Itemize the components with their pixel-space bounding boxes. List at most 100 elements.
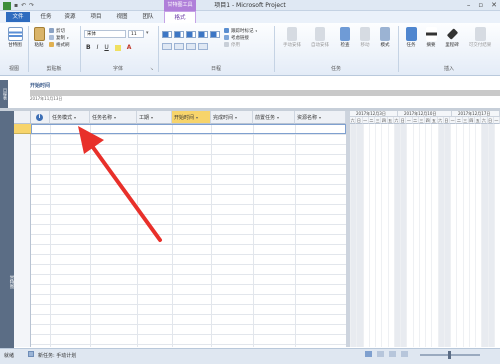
group-label-insert: 插入 bbox=[443, 66, 454, 72]
close-icon[interactable]: ✕ bbox=[491, 0, 497, 11]
insert-task-button[interactable]: 任务 bbox=[402, 27, 420, 48]
status-new-task-mode[interactable]: 新任务: 手动计划 bbox=[38, 352, 76, 359]
cut-button[interactable]: 剪切 bbox=[49, 27, 70, 34]
day-gridline bbox=[418, 124, 420, 347]
selected-row-header[interactable] bbox=[14, 124, 31, 134]
format-painter-button[interactable]: 格式刷 bbox=[49, 41, 70, 48]
group-label-schedule: 日程 bbox=[210, 66, 221, 72]
percent-0-icon[interactable] bbox=[162, 31, 172, 38]
column-dropdown-icon[interactable]: ▾ bbox=[151, 115, 153, 120]
tab-view[interactable]: 视图 bbox=[112, 11, 132, 23]
inactivate-button[interactable]: 停用 bbox=[224, 41, 257, 48]
column-header-predecessors[interactable]: 前置任务 ▾ bbox=[253, 111, 295, 124]
zoom-slider-thumb[interactable] bbox=[448, 351, 451, 359]
respect-links-button[interactable]: 考虑链接 bbox=[224, 34, 257, 41]
inspect-label: 检查 bbox=[340, 43, 350, 48]
gantt-view-icon[interactable] bbox=[365, 351, 372, 357]
move-label: 移动 bbox=[360, 43, 370, 48]
row-gridline bbox=[31, 164, 346, 165]
column-header-duration[interactable]: 工期 ▾ bbox=[137, 111, 172, 124]
insert-summary-button[interactable]: 摘要 bbox=[422, 27, 440, 48]
italic-button[interactable]: I bbox=[97, 44, 99, 51]
mark-on-track-label: 跟踪时标记 bbox=[231, 28, 254, 34]
day-gridline bbox=[393, 124, 395, 347]
highlight-icon[interactable] bbox=[114, 45, 121, 51]
copy-dropdown-icon[interactable]: ▾ bbox=[67, 36, 69, 40]
team-planner-icon[interactable] bbox=[389, 351, 396, 357]
percent-100-icon[interactable] bbox=[210, 31, 220, 38]
resource-sheet-icon[interactable] bbox=[401, 351, 408, 357]
inactivate-label: 停用 bbox=[231, 42, 240, 48]
row-gridline bbox=[31, 254, 346, 255]
mode-button[interactable]: 模式 bbox=[376, 27, 394, 48]
column-header-start[interactable]: 开始时间 ▾ bbox=[172, 111, 211, 124]
mark-on-track-button[interactable]: 跟踪时标记 ▾ bbox=[224, 27, 257, 34]
tab-team[interactable]: 团队 bbox=[138, 11, 158, 23]
unlink-icon[interactable] bbox=[198, 43, 208, 50]
day-gridline bbox=[450, 124, 451, 347]
column-header-task-name[interactable]: 任务名称 ▾ bbox=[90, 111, 137, 124]
font-color-icon[interactable]: A bbox=[127, 44, 132, 51]
column-dropdown-icon[interactable]: ▾ bbox=[196, 115, 198, 120]
column-dropdown-icon[interactable]: ▾ bbox=[319, 115, 321, 120]
timeline-bar[interactable] bbox=[30, 90, 500, 96]
link-icon[interactable] bbox=[186, 43, 196, 50]
column-label: 完成时间 bbox=[213, 115, 234, 121]
tab-task[interactable]: 任务 bbox=[36, 11, 56, 23]
mark-on-track-icon bbox=[224, 28, 229, 33]
row-header-column[interactable] bbox=[14, 124, 31, 347]
gantt-chart-area[interactable]: 2017年12月3日 2017年12月10日 2017年12月17日 六日一二三… bbox=[350, 111, 500, 347]
percent-75-icon[interactable] bbox=[198, 31, 208, 38]
select-all-corner[interactable] bbox=[14, 111, 31, 124]
active-row[interactable] bbox=[31, 124, 346, 134]
row-gridline bbox=[31, 224, 346, 225]
percent-25-icon[interactable] bbox=[174, 31, 184, 38]
insert-milestone-label: 里程碑 bbox=[445, 43, 459, 48]
insert-milestone-button[interactable]: 里程碑 bbox=[442, 27, 462, 48]
gantt-view-button[interactable]: 甘特图 bbox=[4, 27, 26, 48]
indent-icon[interactable] bbox=[174, 43, 184, 50]
column-header-finish[interactable]: 完成时间 ▾ bbox=[211, 111, 253, 124]
task-usage-icon[interactable] bbox=[377, 351, 384, 357]
day-gridline bbox=[468, 124, 470, 347]
row-gridline bbox=[31, 294, 346, 295]
column-label: 资源名称 bbox=[297, 115, 318, 121]
insert-deliverable-button[interactable]: 可交付结果 bbox=[464, 27, 496, 48]
tab-format[interactable]: 格式 bbox=[164, 11, 196, 23]
inspect-button[interactable]: 检查 bbox=[336, 27, 354, 48]
row-gridline bbox=[31, 244, 346, 245]
day-gridline bbox=[412, 124, 414, 347]
column-dropdown-icon[interactable]: ▾ bbox=[235, 115, 237, 120]
minimize-icon[interactable]: – bbox=[467, 0, 471, 11]
row-gridline bbox=[31, 284, 346, 285]
underline-button[interactable]: U bbox=[104, 44, 108, 51]
copy-button[interactable]: 复制 ▾ bbox=[49, 34, 70, 41]
maximize-icon[interactable]: ▫ bbox=[478, 0, 483, 11]
percent-50-icon[interactable] bbox=[186, 31, 196, 38]
column-dropdown-icon[interactable]: ▾ bbox=[114, 115, 116, 120]
milestone-icon bbox=[446, 28, 458, 40]
tab-file[interactable]: 文件 bbox=[6, 12, 30, 22]
font-size-dropdown-icon[interactable]: ▾ bbox=[146, 30, 149, 36]
day-gridline bbox=[487, 124, 489, 347]
respect-links-icon bbox=[224, 35, 229, 40]
macro-record-icon[interactable] bbox=[28, 351, 34, 357]
column-header-resource-names[interactable]: 资源名称 ▾ bbox=[295, 111, 346, 124]
font-name-select[interactable]: 宋体 bbox=[84, 30, 126, 38]
move-button[interactable]: 移动 bbox=[356, 27, 374, 48]
bold-button[interactable]: B bbox=[86, 44, 91, 51]
auto-schedule-button[interactable]: 自动安排 bbox=[306, 27, 334, 48]
mark-on-track-dropdown-icon[interactable]: ▾ bbox=[256, 29, 258, 33]
column-dropdown-icon[interactable]: ▾ bbox=[277, 115, 279, 120]
row-gridline bbox=[31, 234, 346, 235]
tab-resource[interactable]: 资源 bbox=[60, 11, 80, 23]
outdent-icon[interactable] bbox=[162, 43, 172, 50]
column-header-task-mode[interactable]: 任务模式 ▾ bbox=[50, 111, 90, 124]
font-dialog-launcher-icon[interactable]: ↘ bbox=[150, 66, 153, 71]
column-dropdown-icon[interactable]: ▾ bbox=[74, 115, 76, 120]
manually-schedule-button[interactable]: 手动安排 bbox=[278, 27, 306, 48]
row-gridline bbox=[31, 304, 346, 305]
font-size-select[interactable]: 11 bbox=[128, 30, 144, 38]
paste-button[interactable]: 粘贴 bbox=[31, 27, 47, 48]
tab-project[interactable]: 项目 bbox=[86, 11, 106, 23]
